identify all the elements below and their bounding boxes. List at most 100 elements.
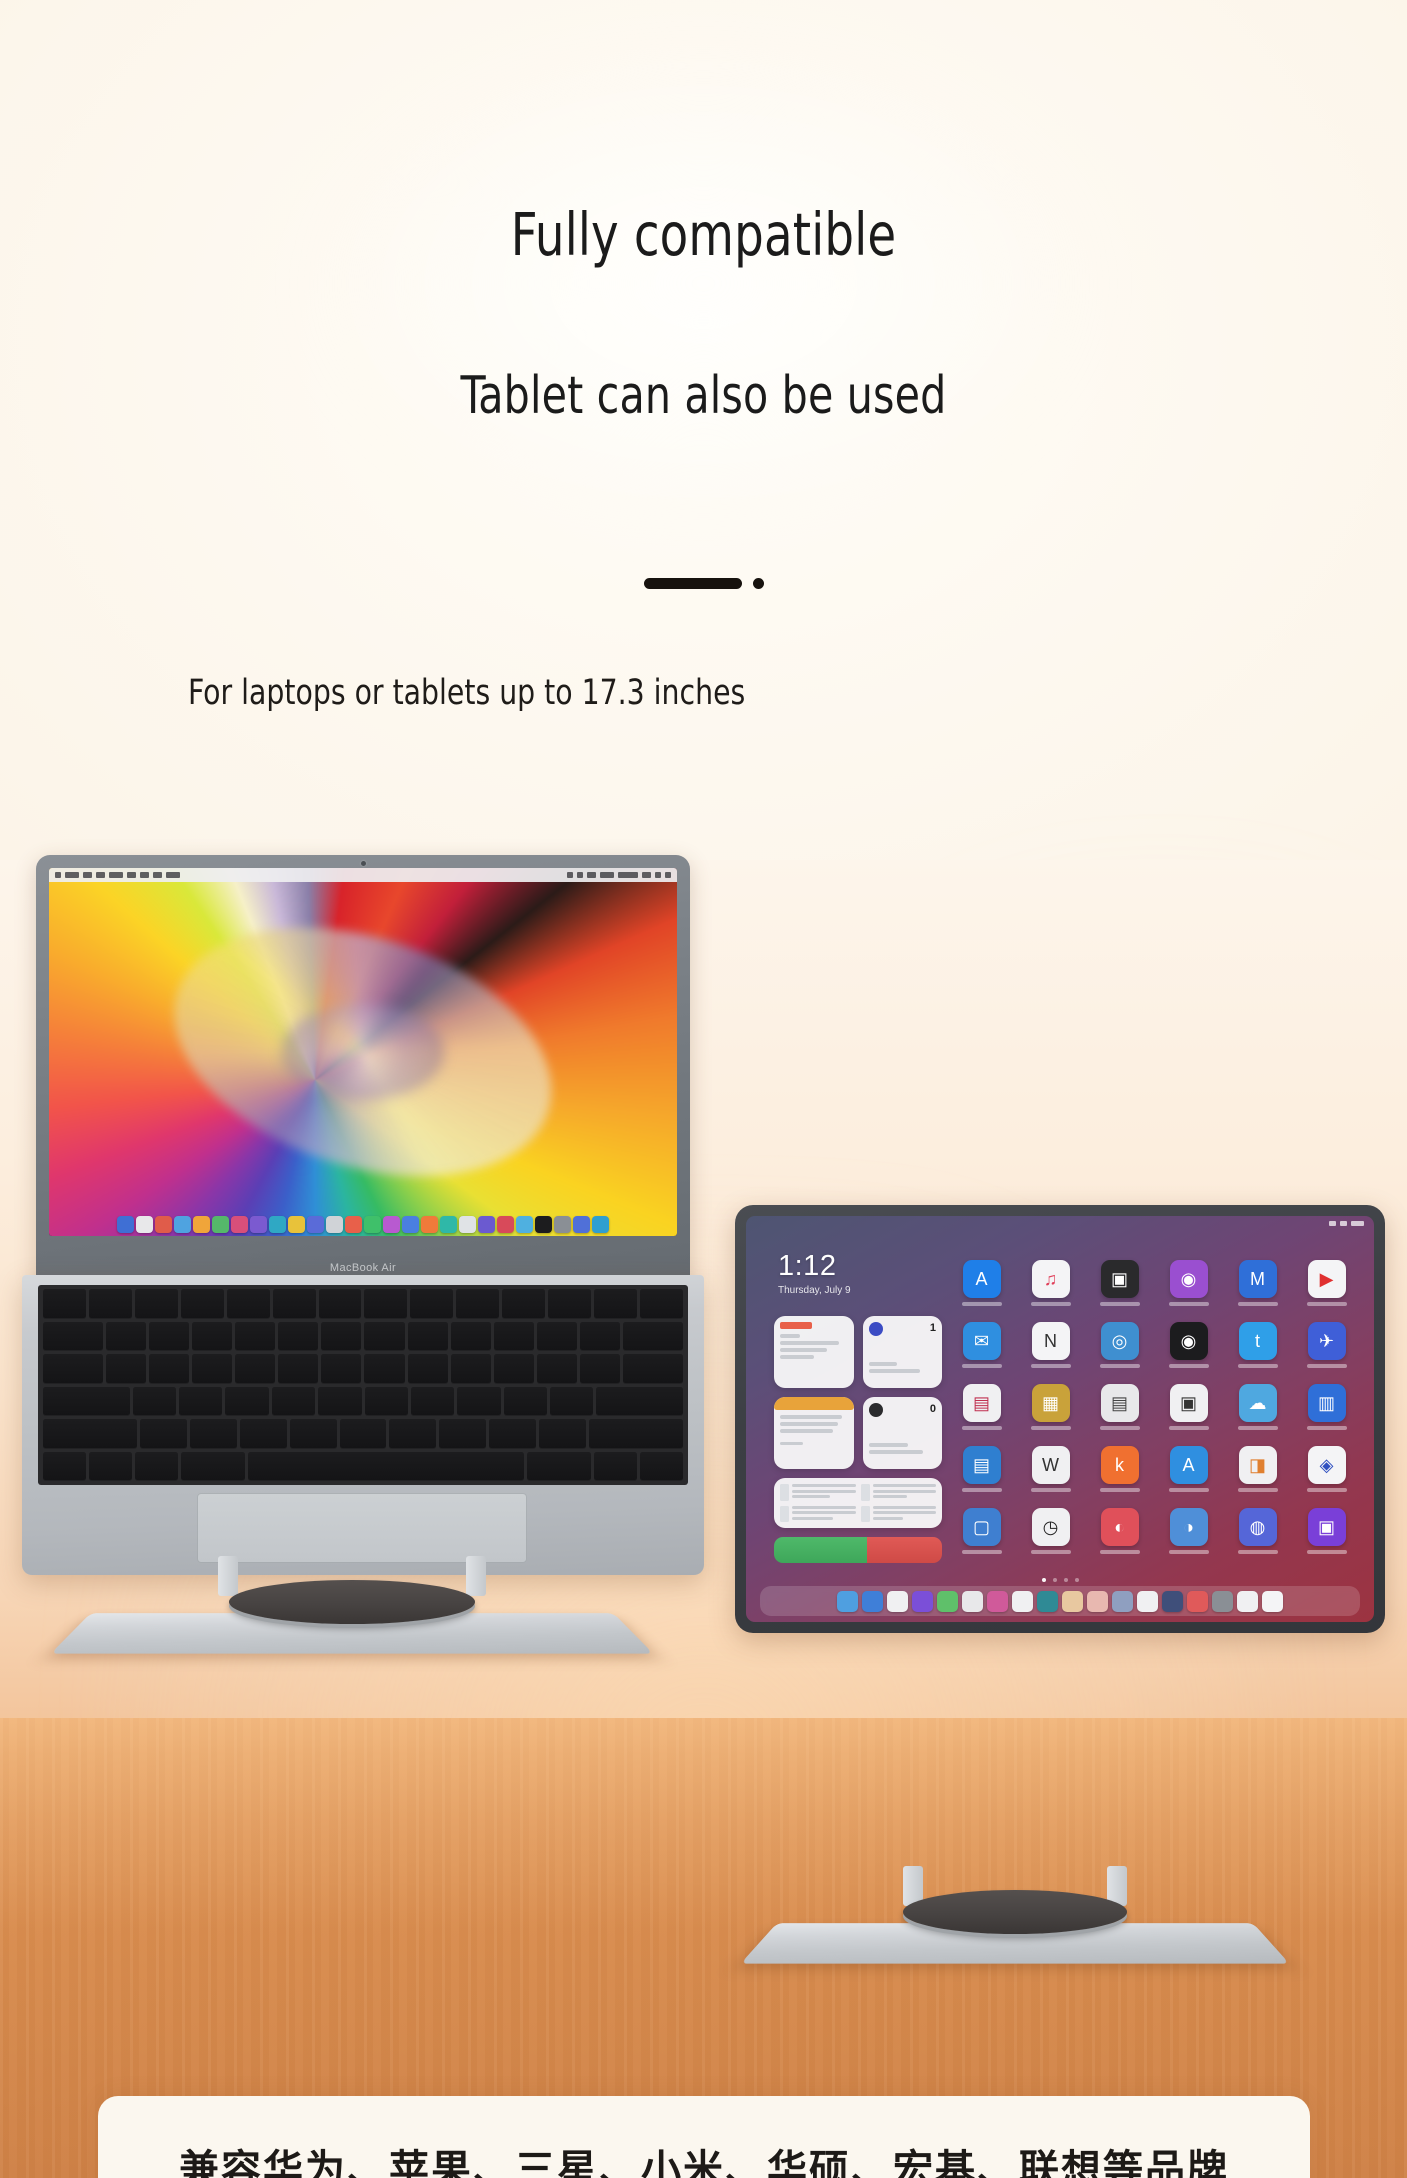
key-tilde[interactable] — [43, 1322, 103, 1352]
app-icon-testflight[interactable]: A — [1163, 1446, 1214, 1492]
macos-menu-bar[interactable] — [49, 868, 677, 882]
dock-icon-music[interactable] — [1237, 1591, 1258, 1612]
apple-logo-icon[interactable] — [55, 872, 61, 878]
dock-icon-keynote[interactable] — [478, 1216, 495, 1233]
app-icon-settings[interactable]: ◑ — [1163, 1508, 1214, 1554]
pages-icon[interactable]: ◨ — [1239, 1446, 1277, 1484]
app-icon-camera-dark[interactable]: ◉ — [1163, 1322, 1214, 1368]
key[interactable] — [548, 1289, 591, 1319]
key[interactable] — [408, 1354, 448, 1384]
dock-icon-settings[interactable] — [516, 1216, 533, 1233]
app-icon-flightradar[interactable]: ✈ — [1301, 1322, 1352, 1368]
menu-item[interactable] — [83, 872, 92, 878]
key[interactable] — [272, 1387, 315, 1417]
keyboard-row-space[interactable] — [43, 1452, 683, 1482]
dock-icon-photos-alt[interactable] — [987, 1591, 1008, 1612]
widget-news[interactable] — [774, 1316, 854, 1388]
menu-item[interactable] — [96, 872, 105, 878]
key[interactable] — [278, 1354, 318, 1384]
home-screen-page-dots[interactable] — [746, 1578, 1374, 1582]
key-shift-left[interactable] — [43, 1419, 137, 1449]
app-icon-youtube[interactable]: ▶ — [1301, 1260, 1352, 1306]
menu-item[interactable] — [166, 872, 180, 878]
key[interactable] — [364, 1289, 407, 1319]
key[interactable] — [318, 1387, 361, 1417]
app-icon-podcasts[interactable]: ◉ — [1163, 1260, 1214, 1306]
key[interactable] — [365, 1387, 408, 1417]
dock-icon-contacts[interactable] — [193, 1216, 210, 1233]
menu-item[interactable] — [109, 872, 123, 878]
key-option-left[interactable] — [135, 1452, 178, 1482]
app-icon-pages[interactable]: ◨ — [1232, 1446, 1283, 1492]
home-screen-app-grid[interactable]: A ♫ ▣ ◉ M ▶ ✉ N ◎ ◉ t ✈ ▤ ▦ ▤ ▣ ☁ ▥ ▤ W … — [956, 1260, 1352, 1554]
screens-icon[interactable]: ▢ — [963, 1508, 1001, 1546]
dock-icon-preview[interactable] — [497, 1216, 514, 1233]
app-icon-shortcuts[interactable]: ◐ — [1094, 1508, 1145, 1554]
stand-swivel-disc[interactable] — [229, 1580, 475, 1624]
app-icon-photos[interactable]: ◎ — [1094, 1322, 1145, 1368]
dock-icon-music[interactable] — [345, 1216, 362, 1233]
key[interactable] — [411, 1387, 454, 1417]
dock-icon-mail[interactable] — [174, 1216, 191, 1233]
widget-row[interactable]: 1 — [774, 1316, 942, 1388]
dock-icon-settings[interactable] — [1212, 1591, 1233, 1612]
key-backslash[interactable] — [623, 1354, 683, 1384]
dock-icon-shortcuts[interactable] — [1112, 1591, 1133, 1612]
dock-icon-books[interactable] — [1062, 1591, 1083, 1612]
dock-icon-messages[interactable] — [937, 1591, 958, 1612]
widgets-icon[interactable]: ▦ — [1032, 1384, 1070, 1422]
keyboard-row-bottom[interactable] — [43, 1419, 683, 1449]
spotlight-icon[interactable] — [642, 872, 651, 878]
key-fn[interactable] — [43, 1452, 86, 1482]
news-icon[interactable]: N — [1032, 1322, 1070, 1360]
key[interactable] — [321, 1354, 361, 1384]
key[interactable] — [580, 1322, 620, 1352]
key-shift-right[interactable] — [589, 1419, 683, 1449]
dock-icon-books[interactable] — [421, 1216, 438, 1233]
key[interactable] — [580, 1354, 620, 1384]
key-command-left[interactable] — [181, 1452, 245, 1482]
dock-icon-files[interactable] — [862, 1591, 883, 1612]
menu-item[interactable] — [153, 872, 162, 878]
menu-bar-status-items[interactable] — [567, 872, 671, 878]
key[interactable] — [225, 1387, 268, 1417]
testflight-icon[interactable]: A — [1170, 1446, 1208, 1484]
key[interactable] — [389, 1419, 436, 1449]
widget-status-bars[interactable] — [774, 1537, 942, 1563]
key-option-right[interactable] — [594, 1452, 637, 1482]
key[interactable] — [106, 1322, 146, 1352]
dock-icon-notes[interactable] — [887, 1591, 908, 1612]
app-store-icon[interactable]: A — [963, 1260, 1001, 1298]
twitter-icon[interactable]: t — [1239, 1322, 1277, 1360]
key[interactable] — [273, 1289, 316, 1319]
dock-icon-launchpad[interactable] — [136, 1216, 153, 1233]
app-icon-books[interactable]: ▤ — [956, 1384, 1007, 1430]
app-icon-terminal[interactable]: ▣ — [1163, 1384, 1214, 1430]
bluetooth-icon[interactable] — [577, 872, 583, 878]
dock-icon-tv[interactable] — [383, 1216, 400, 1233]
key[interactable] — [149, 1322, 189, 1352]
shortcuts-icon[interactable]: ◐ — [1101, 1508, 1139, 1546]
key-space[interactable] — [248, 1452, 523, 1482]
app-icon-notes[interactable]: ▤ — [1094, 1384, 1145, 1430]
dock-icon-news[interactable] — [1087, 1591, 1108, 1612]
mail-icon[interactable]: ✉ — [963, 1322, 1001, 1360]
page-dot[interactable] — [1053, 1578, 1057, 1582]
app-icon-files[interactable]: ▤ — [956, 1446, 1007, 1492]
photos-editor-icon[interactable]: ▣ — [1101, 1260, 1139, 1298]
key[interactable] — [192, 1354, 232, 1384]
key[interactable] — [140, 1419, 187, 1449]
key[interactable] — [149, 1354, 189, 1384]
discord-icon[interactable]: ◍ — [1239, 1508, 1277, 1546]
menu-bar-left-items[interactable] — [55, 872, 180, 878]
weather-icon[interactable]: ☁ — [1239, 1384, 1277, 1422]
key[interactable] — [550, 1387, 593, 1417]
clock-display[interactable] — [618, 872, 638, 878]
battery-icon[interactable] — [600, 872, 614, 878]
dock-icon-safari[interactable] — [155, 1216, 172, 1233]
dock-icon-facetime[interactable] — [326, 1216, 343, 1233]
dock-icon-photos[interactable] — [962, 1591, 983, 1612]
dock-icon-utilities[interactable] — [554, 1216, 571, 1233]
key[interactable] — [321, 1322, 361, 1352]
dock-icon-clock[interactable] — [1137, 1591, 1158, 1612]
